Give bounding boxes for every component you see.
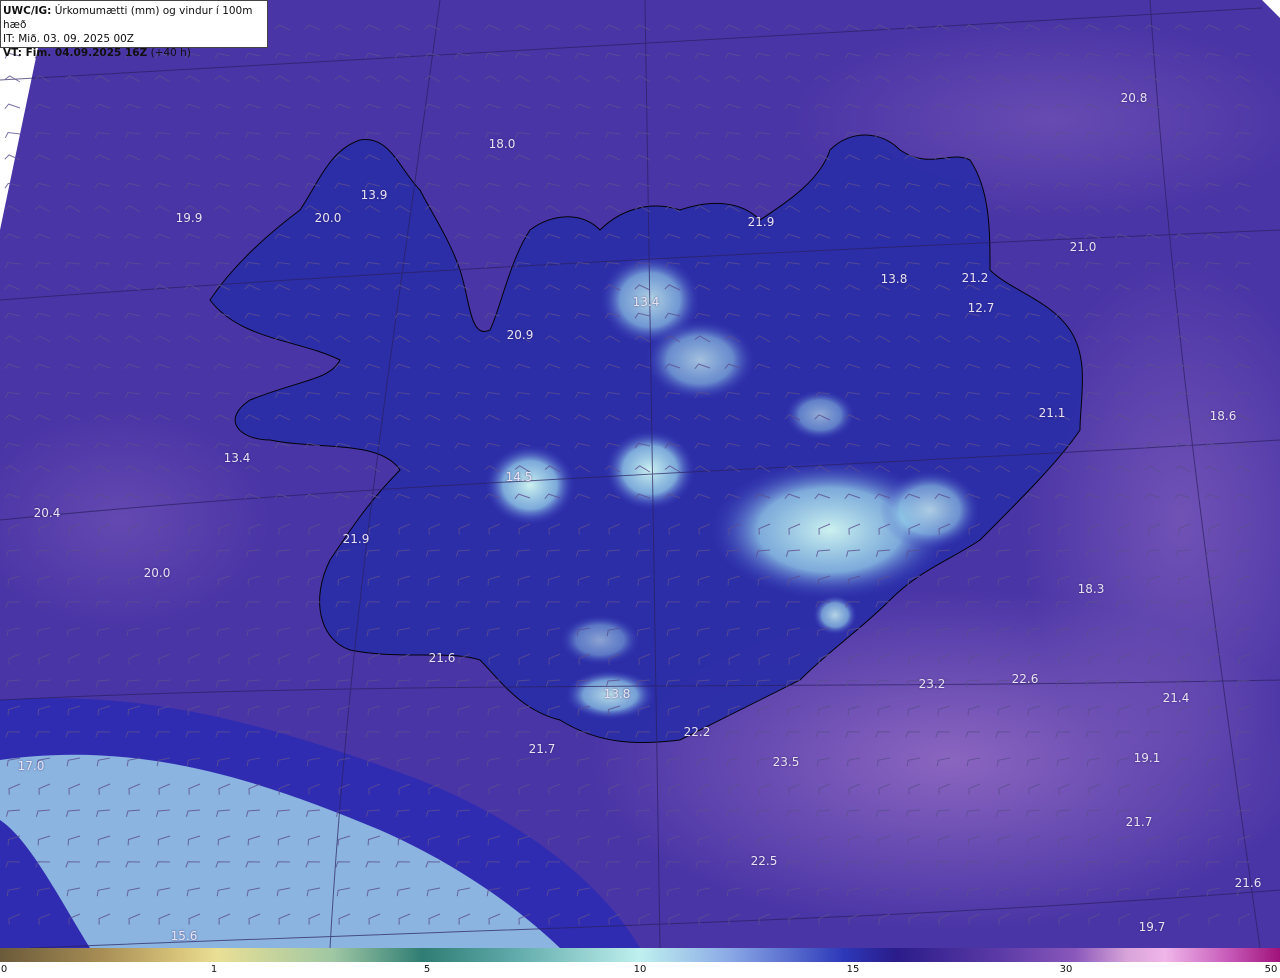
value-label: 21.2 <box>961 271 989 285</box>
colorbar-tick: 1 <box>210 964 218 975</box>
colorbar-tick: 5 <box>423 964 431 975</box>
value-label: 19.1 <box>1133 751 1161 765</box>
value-label: 23.5 <box>772 755 800 769</box>
value-label: 13.4 <box>223 451 251 465</box>
value-label: 21.4 <box>1162 691 1190 705</box>
precip-max-north <box>645 320 755 400</box>
precip-max-south <box>560 615 640 665</box>
value-label: 13.4 <box>632 295 660 309</box>
value-label: 21.1 <box>1038 406 1066 420</box>
value-label: 20.0 <box>143 566 171 580</box>
value-label: 18.0 <box>488 137 516 151</box>
value-label: 13.8 <box>603 687 631 701</box>
colorbar-tick: 30 <box>1059 964 1073 975</box>
map-title-box: UWC/IG: Úrkomumætti (mm) og vindur í 100… <box>0 0 268 59</box>
value-label: 12.7 <box>967 301 995 315</box>
value-label: 21.6 <box>428 651 456 665</box>
colorbar-strip <box>0 948 1280 962</box>
value-label: 22.5 <box>750 854 778 868</box>
value-label: 13.9 <box>360 188 388 202</box>
value-label: 20.4 <box>33 506 61 520</box>
value-label: 21.7 <box>1125 815 1153 829</box>
title-line: UWC/IG: Úrkomumætti (mm) og vindur í 100… <box>3 4 265 32</box>
forecast-offset: (+40 h) <box>150 47 191 59</box>
value-label: 21.9 <box>747 215 775 229</box>
value-label: 23.2 <box>918 677 946 691</box>
value-label: 20.8 <box>1120 91 1148 105</box>
value-label: 17.0 <box>17 759 45 773</box>
value-label: 14.5 <box>505 470 533 484</box>
init-time-line: IT: Mið. 03. 09. 2025 00Z <box>3 33 134 45</box>
value-label: 13.8 <box>880 272 908 286</box>
value-label: 21.6 <box>1234 876 1262 890</box>
value-label: 20.0 <box>314 211 342 225</box>
value-label: 18.3 <box>1077 582 1105 596</box>
precip-max-east-glacier <box>880 470 980 550</box>
valid-time-line: VT: Fim. 04.09.2025 16Z (+40 h) <box>3 46 265 60</box>
value-label: 21.0 <box>1069 240 1097 254</box>
value-label: 21.7 <box>528 742 556 756</box>
precipitation-map: 20.8 18.0 13.9 19.9 20.0 21.9 21.0 13.8 … <box>0 0 1280 948</box>
colorbar-legend: 0 1 5 10 15 30 50 <box>0 948 1280 978</box>
precip-max-oraefi <box>813 595 857 635</box>
value-label: 20.9 <box>506 328 534 342</box>
colorbar-tick: 0 <box>0 964 8 975</box>
valid-time-label: VT: Fim. 04.09.2025 16Z <box>3 47 148 59</box>
value-label: 22.2 <box>683 725 711 739</box>
value-label: 15.6 <box>170 929 198 943</box>
colorbar-tick: 10 <box>633 964 647 975</box>
colorbar-tick: 50 <box>1264 964 1278 975</box>
model-label: UWC/IG: <box>3 5 52 17</box>
value-label: 18.6 <box>1209 409 1237 423</box>
map-canvas <box>0 0 1280 948</box>
value-label: 21.9 <box>342 532 370 546</box>
value-label: 19.7 <box>1138 920 1166 934</box>
precip-max-langjokull <box>485 445 575 525</box>
colorbar-tick: 15 <box>846 964 860 975</box>
value-label: 22.6 <box>1011 672 1039 686</box>
value-label: 19.9 <box>175 211 203 225</box>
